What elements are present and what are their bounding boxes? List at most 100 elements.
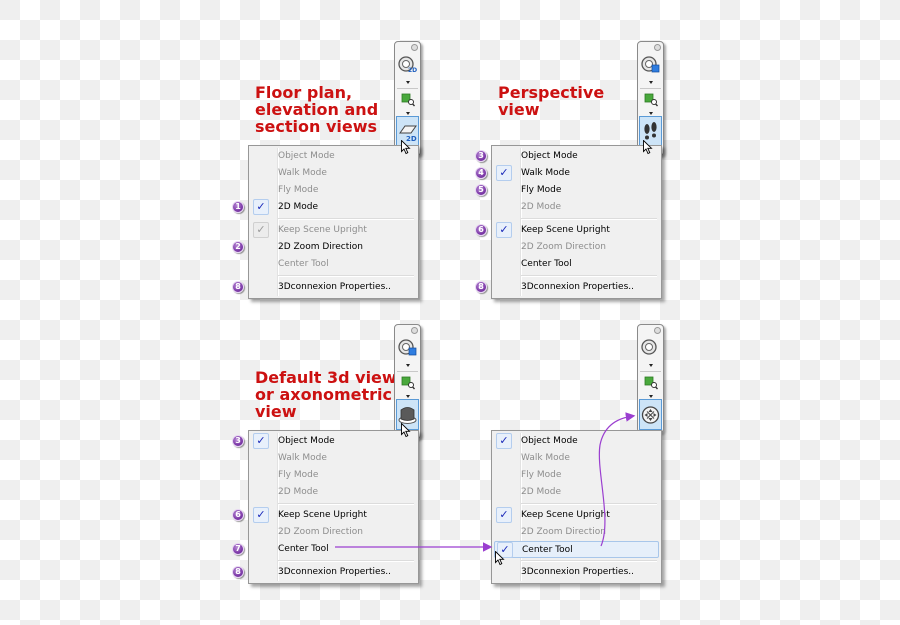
menu-separator — [278, 218, 414, 220]
callout-badge-8: 8 — [232, 281, 244, 293]
zoom-window-icon[interactable] — [397, 91, 418, 109]
menu-item-label: Fly Mode — [278, 185, 319, 195]
center-tool-icon — [640, 400, 661, 430]
callout-badge-1: 1 — [232, 201, 244, 213]
close-icon[interactable] — [411, 44, 418, 51]
svg-text:2D: 2D — [408, 67, 417, 74]
menu-item-center-tool[interactable]: ✓ Center Tool — [494, 541, 659, 558]
menu-item-label: Keep Scene Upright — [278, 225, 367, 235]
menu-item-walk-mode[interactable]: Walk Mode — [251, 165, 416, 182]
menu-item-label: Center Tool — [522, 545, 573, 555]
heading-floor-plan: Floor plan, elevation and section views — [255, 83, 379, 136]
menu-item-walk-mode[interactable]: Walk Mode — [494, 450, 659, 467]
menu-item-3dconnexion-properties[interactable]: 3Dconnexion Properties.. — [251, 279, 416, 296]
navigation-bar-3 — [394, 324, 421, 441]
menu-item-fly-mode[interactable]: Fly Mode — [251, 467, 416, 484]
zoom-window-icon[interactable] — [640, 91, 661, 109]
orbit-center-icon[interactable] — [640, 337, 661, 359]
context-menu-4: ✓ Object Mode Walk Mode Fly Mode 2D Mode ✓ Kee… — [491, 430, 662, 584]
context-menu-1: Object Mode Walk Mode Fly Mode ✓ 2D Mode 1 ✓ Ke… — [232, 145, 419, 299]
menu-item-keep-scene-upright[interactable]: ✓ Keep Scene Upright — [494, 222, 659, 239]
close-icon[interactable] — [654, 327, 661, 334]
menu-item-label: Walk Mode — [521, 453, 570, 463]
orbit-dropdown-arrow[interactable] — [397, 78, 418, 86]
menu-item-label: Walk Mode — [278, 453, 327, 463]
heading-default-3d: Default 3d view or axonometric view — [255, 368, 397, 421]
menu-item-label: Fly Mode — [278, 470, 319, 480]
orbit-dropdown-arrow[interactable] — [640, 78, 661, 86]
menu-item-center-tool[interactable]: Center Tool — [251, 256, 416, 273]
menu-item-label: 2D Zoom Direction — [521, 242, 606, 252]
menu-item-label: Object Mode — [521, 151, 578, 161]
checkmark-icon: ✓ — [253, 222, 269, 238]
menu-separator — [521, 503, 657, 505]
annotation-arrows — [335, 412, 636, 552]
checkmark-icon: ✓ — [253, 507, 269, 523]
menu-item-2d-mode[interactable]: 2D Mode — [251, 484, 416, 501]
context-menu-2: Object Mode 3 ✓ Walk Mode 4 Fly Mode 5 2D Mode ✓… — [475, 145, 662, 299]
menu-item-center-tool[interactable]: Center Tool — [251, 541, 416, 558]
callout-badge-6: 6 — [232, 509, 244, 521]
menu-separator — [521, 218, 657, 220]
orbit-3d-icon[interactable] — [640, 54, 661, 76]
mouse-cursor-icon — [401, 422, 411, 438]
menu-item-fly-mode[interactable]: Fly Mode — [494, 182, 659, 199]
menu-item-2d-mode[interactable]: ✓ 2D Mode — [251, 199, 416, 216]
orbit-dropdown-arrow[interactable] — [397, 361, 418, 369]
menu-item-label: Center Tool — [278, 544, 329, 554]
menu-item-center-tool[interactable]: Center Tool — [494, 256, 659, 273]
menu-item-3dconnexion-properties[interactable]: 3Dconnexion Properties.. — [494, 279, 659, 296]
menu-item-keep-scene-upright[interactable]: ✓ Keep Scene Upright — [494, 507, 659, 524]
checkmark-icon: ✓ — [253, 433, 269, 449]
mouse-cursor-icon — [643, 139, 653, 155]
zoom-window-icon[interactable] — [397, 374, 418, 392]
menu-item-walk-mode[interactable]: Walk Mode — [251, 450, 416, 467]
menu-item-walk-mode[interactable]: ✓ Walk Mode — [494, 165, 659, 182]
menu-item-3dconnexion-properties[interactable]: 3Dconnexion Properties.. — [494, 564, 659, 581]
menu-item-object-mode[interactable]: Object Mode — [251, 148, 416, 165]
menu-item-label: Keep Scene Upright — [521, 225, 610, 235]
context-menu-3: ✓ Object Mode 3 Walk Mode Fly Mode 2D Mode ✓ Ke… — [232, 430, 419, 584]
menu-item-label: 2D Mode — [521, 487, 562, 497]
orbit-2d-icon[interactable]: 2D — [397, 54, 418, 76]
close-icon[interactable] — [411, 327, 418, 334]
menu-item-label: Fly Mode — [521, 470, 562, 480]
menu-item-2d-mode[interactable]: 2D Mode — [494, 484, 659, 501]
checkmark-icon: ✓ — [496, 433, 512, 449]
menu-item-object-mode[interactable]: ✓ Object Mode — [494, 433, 659, 450]
menu-item-label: Walk Mode — [278, 168, 327, 178]
menu-item-2d-zoom-direction[interactable]: 2D Zoom Direction — [251, 239, 416, 256]
menu-item-label: Object Mode — [278, 151, 335, 161]
zoom-window-icon[interactable] — [640, 374, 661, 392]
navigation-bar-4 — [637, 324, 664, 441]
menu-item-fly-mode[interactable]: Fly Mode — [494, 467, 659, 484]
callout-badge-7: 7 — [232, 543, 244, 555]
checkmark-icon: ✓ — [496, 165, 512, 181]
orbit-3d-icon[interactable] — [397, 337, 418, 359]
menu-item-label: Object Mode — [521, 436, 578, 446]
close-icon[interactable] — [654, 44, 661, 51]
menu-item-object-mode[interactable]: Object Mode — [494, 148, 659, 165]
menu-item-label: 3Dconnexion Properties.. — [278, 567, 392, 577]
callout-badge-6: 6 — [475, 224, 487, 236]
orbit-dropdown-arrow[interactable] — [640, 361, 661, 369]
menu-item-2d-zoom-direction[interactable]: 2D Zoom Direction — [494, 239, 659, 256]
menu-item-2d-zoom-direction[interactable]: 2D Zoom Direction — [494, 524, 659, 541]
menu-separator — [521, 560, 657, 562]
menu-item-object-mode[interactable]: ✓ Object Mode — [251, 433, 416, 450]
callout-badge-8: 8 — [232, 566, 244, 578]
callout-badge-3: 3 — [232, 435, 244, 447]
menu-item-2d-mode[interactable]: 2D Mode — [494, 199, 659, 216]
menu-separator — [278, 275, 414, 277]
menu-item-label: 3Dconnexion Properties.. — [521, 282, 635, 292]
menu-item-keep-scene-upright[interactable]: ✓ Keep Scene Upright — [251, 507, 416, 524]
menu-item-fly-mode[interactable]: Fly Mode — [251, 182, 416, 199]
checkmark-icon: ✓ — [496, 222, 512, 238]
menu-item-3dconnexion-properties[interactable]: 3Dconnexion Properties.. — [251, 564, 416, 581]
navigation-bar-2 — [637, 41, 664, 158]
menu-item-label: Center Tool — [521, 259, 572, 269]
menu-item-label: 2D Mode — [278, 487, 319, 497]
menu-item-2d-zoom-direction[interactable]: 2D Zoom Direction — [251, 524, 416, 541]
callout-badge-2: 2 — [232, 241, 244, 253]
menu-item-keep-scene-upright[interactable]: ✓ Keep Scene Upright — [251, 222, 416, 239]
